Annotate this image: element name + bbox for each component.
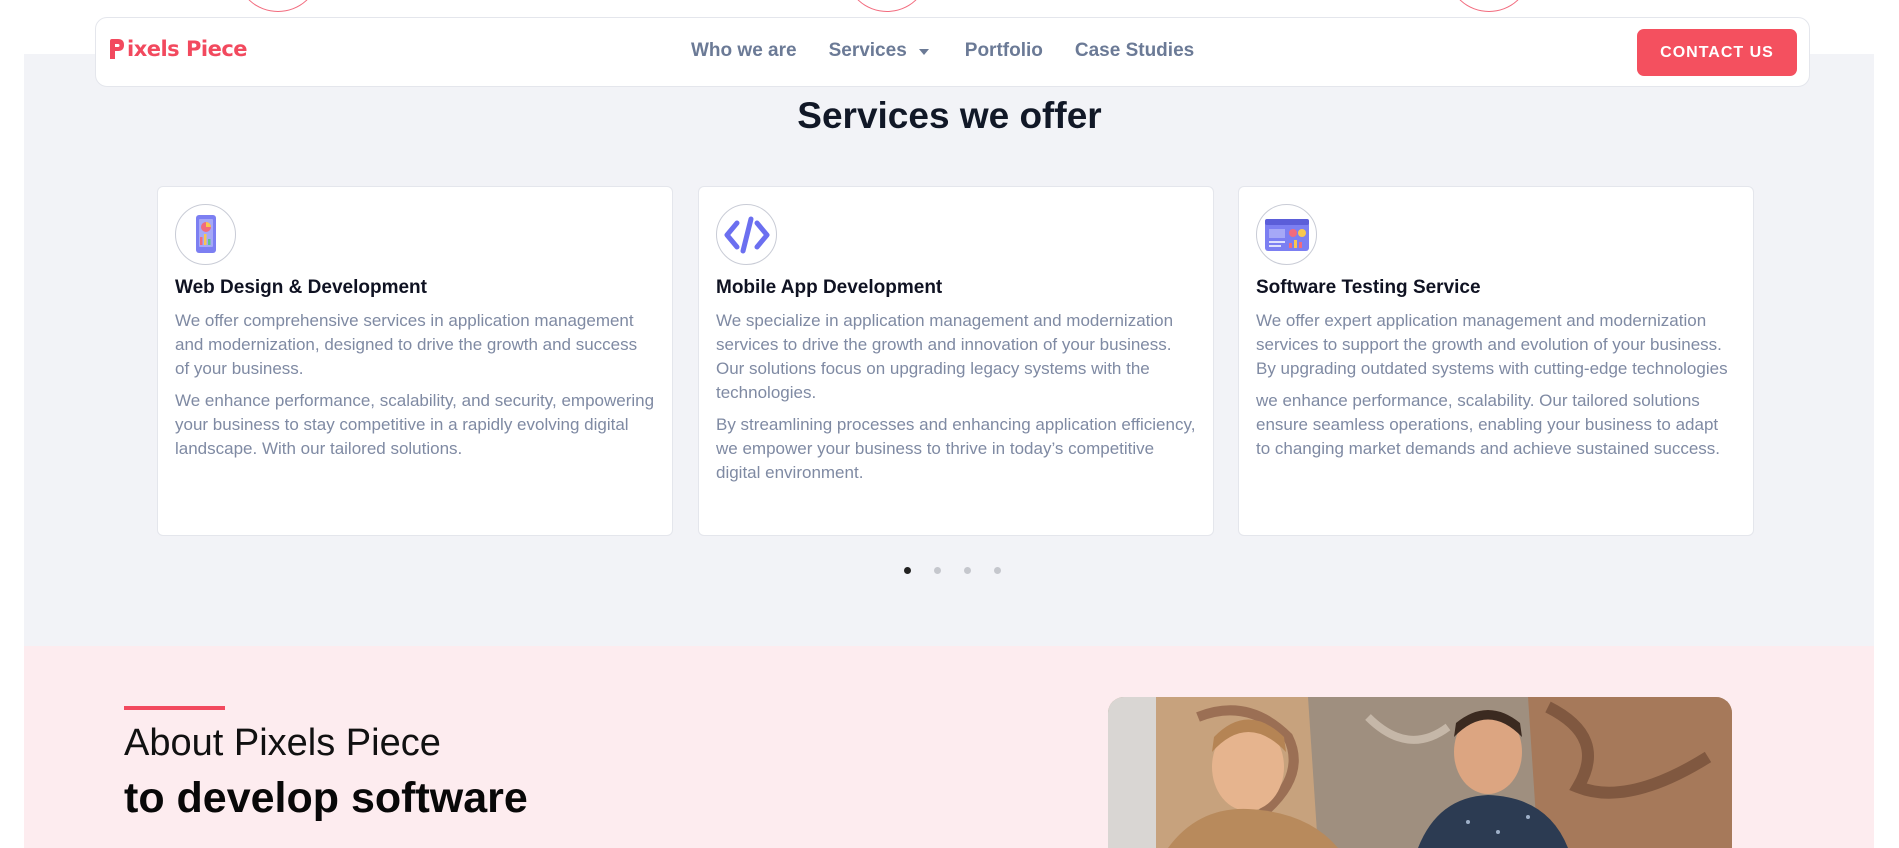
about-team-photo [1108, 697, 1732, 848]
dashboard-chart-icon [1256, 204, 1317, 265]
about-accent-bar [124, 706, 225, 710]
slider-dot-4[interactable] [994, 567, 1001, 574]
decorative-circle [847, 0, 927, 12]
service-card-mobile-app[interactable]: Mobile App Development We specialize in … [698, 186, 1214, 536]
services-title: Services we offer [797, 95, 1102, 136]
service-card-description: we enhance performance, scalability. Our… [1256, 391, 1720, 458]
service-card-title: Software Testing Service [1256, 277, 1481, 298]
nav-link-who-we-are[interactable]: Who we are [691, 40, 797, 62]
service-card-description: We offer comprehensive services in appli… [175, 311, 638, 378]
service-card-description: We enhance performance, scalability, and… [175, 391, 655, 458]
nav-links: Who we are Services Portfolio Case Studi… [691, 40, 1226, 62]
logo[interactable]: ixels Piece [108, 37, 248, 61]
service-card-description: We offer expert application management a… [1256, 311, 1728, 378]
nav-link-portfolio[interactable]: Portfolio [965, 40, 1043, 62]
caret-down-icon [918, 49, 929, 55]
nav-link-case-studies[interactable]: Case Studies [1075, 40, 1194, 62]
navbar: ixels Piece Who we are Services Portfoli… [95, 17, 1810, 87]
nav-link-label: Services [828, 40, 907, 61]
contact-us-button[interactable]: CONTACT US [1637, 29, 1797, 76]
page: ixels Piece Who we are Services Portfoli… [0, 0, 1899, 848]
decorative-circle [1449, 0, 1529, 12]
slider-pagination [904, 567, 1024, 574]
nav-link-label: Portfolio [964, 40, 1043, 61]
decorative-circle [238, 0, 318, 12]
slider-dot-1[interactable] [904, 567, 911, 574]
slider-dot-2[interactable] [934, 567, 941, 574]
slider-dot-3[interactable] [964, 567, 971, 574]
about-title: About Pixels Piece [124, 722, 441, 764]
about-subtitle: to develop software [124, 774, 528, 822]
service-card-software-testing[interactable]: Software Testing Service We offer expert… [1238, 186, 1754, 536]
logo-p-icon [110, 39, 124, 59]
service-card-title: Web Design & Development [175, 277, 427, 298]
code-icon [716, 204, 777, 265]
nav-link-services[interactable]: Services [829, 40, 929, 62]
nav-link-label: Who we are [691, 40, 797, 61]
service-card-title: Mobile App Development [716, 277, 943, 298]
logo-text: ixels Piece [127, 37, 248, 61]
service-card-web-design[interactable]: Web Design & Development We offer compre… [157, 186, 673, 536]
mobile-analytics-icon [175, 204, 236, 265]
team-photo-illustration [1108, 697, 1732, 848]
service-card-description: We specialize in application management … [716, 311, 1174, 402]
service-card-description: By streamlining processes and enhancing … [716, 415, 1196, 482]
nav-link-label: Case Studies [1074, 40, 1195, 61]
